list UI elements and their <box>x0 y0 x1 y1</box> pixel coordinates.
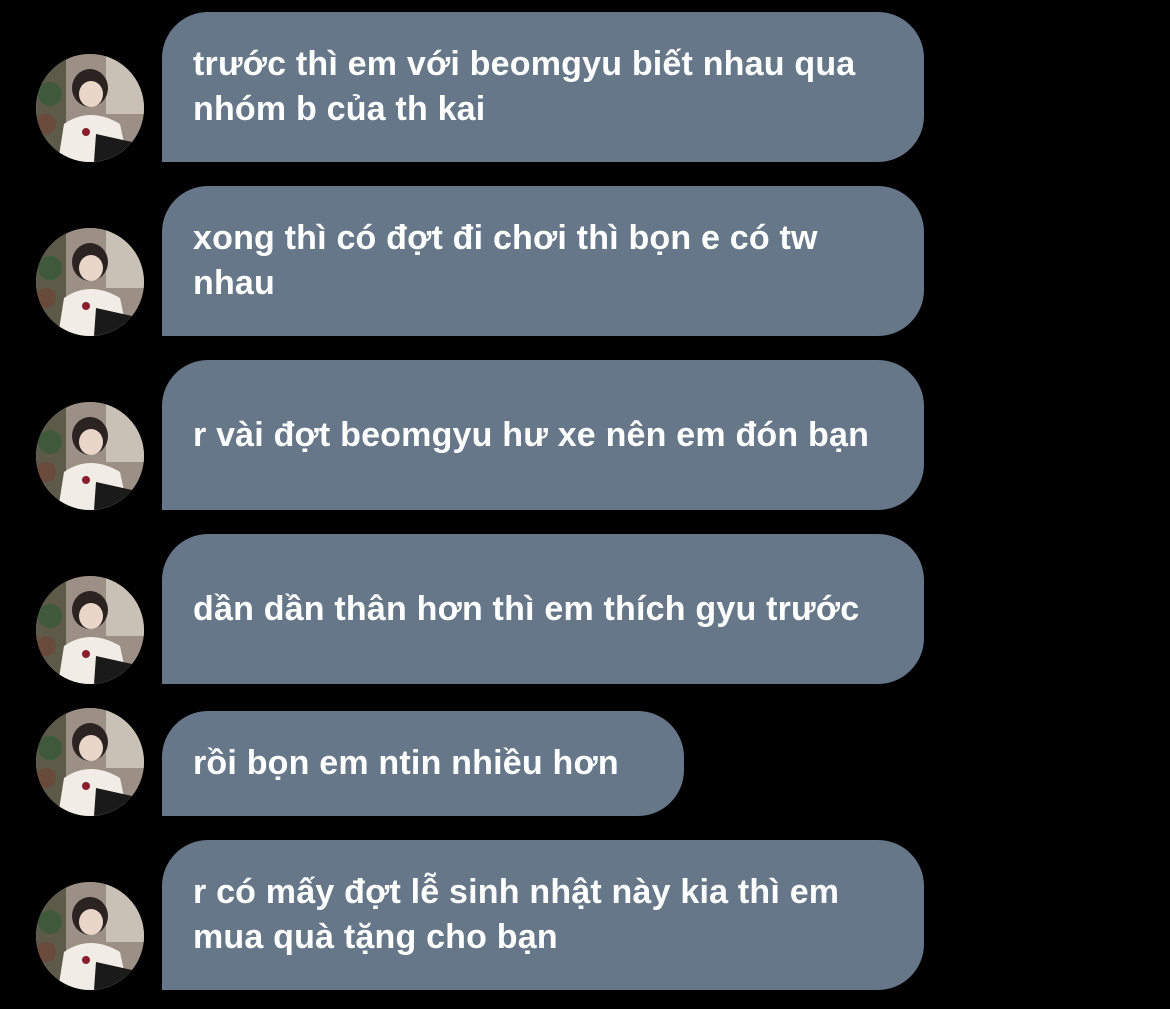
message-text: dần dần thân hơn thì em thích gyu trước <box>193 589 860 628</box>
avatar[interactable] <box>36 228 144 336</box>
avatar[interactable] <box>36 708 144 816</box>
message-text: r có mấy đợt lễ sinh nhật này kia thì em… <box>193 873 840 956</box>
profile-photo-icon <box>36 228 144 336</box>
message-bubble[interactable]: xong thì có đợt đi chơi thì bọn e có tw … <box>162 186 924 336</box>
profile-photo-icon <box>36 882 144 990</box>
message-bubble[interactable]: dần dần thân hơn thì em thích gyu trước <box>162 534 924 684</box>
avatar[interactable] <box>36 576 144 684</box>
message-bubble[interactable]: rồi bọn em ntin nhiều hơn <box>162 711 684 816</box>
message-bubble[interactable]: r vài đợt beomgyu hư xe nên em đón bạn <box>162 360 924 510</box>
message-text: r vài đợt beomgyu hư xe nên em đón bạn <box>193 415 870 454</box>
message-text: trước thì em với beomgyu biết nhau qua n… <box>193 45 856 128</box>
message-text: rồi bọn em ntin nhiều hơn <box>193 744 619 782</box>
profile-photo-icon <box>36 576 144 684</box>
avatar[interactable] <box>36 54 144 162</box>
avatar[interactable] <box>36 402 144 510</box>
profile-photo-icon <box>36 54 144 162</box>
avatar[interactable] <box>36 882 144 990</box>
message-text: xong thì có đợt đi chơi thì bọn e có tw … <box>193 219 818 302</box>
profile-photo-icon <box>36 708 144 816</box>
profile-photo-icon <box>36 402 144 510</box>
message-bubble[interactable]: trước thì em với beomgyu biết nhau qua n… <box>162 12 924 162</box>
message-bubble[interactable]: r có mấy đợt lễ sinh nhật này kia thì em… <box>162 840 924 990</box>
